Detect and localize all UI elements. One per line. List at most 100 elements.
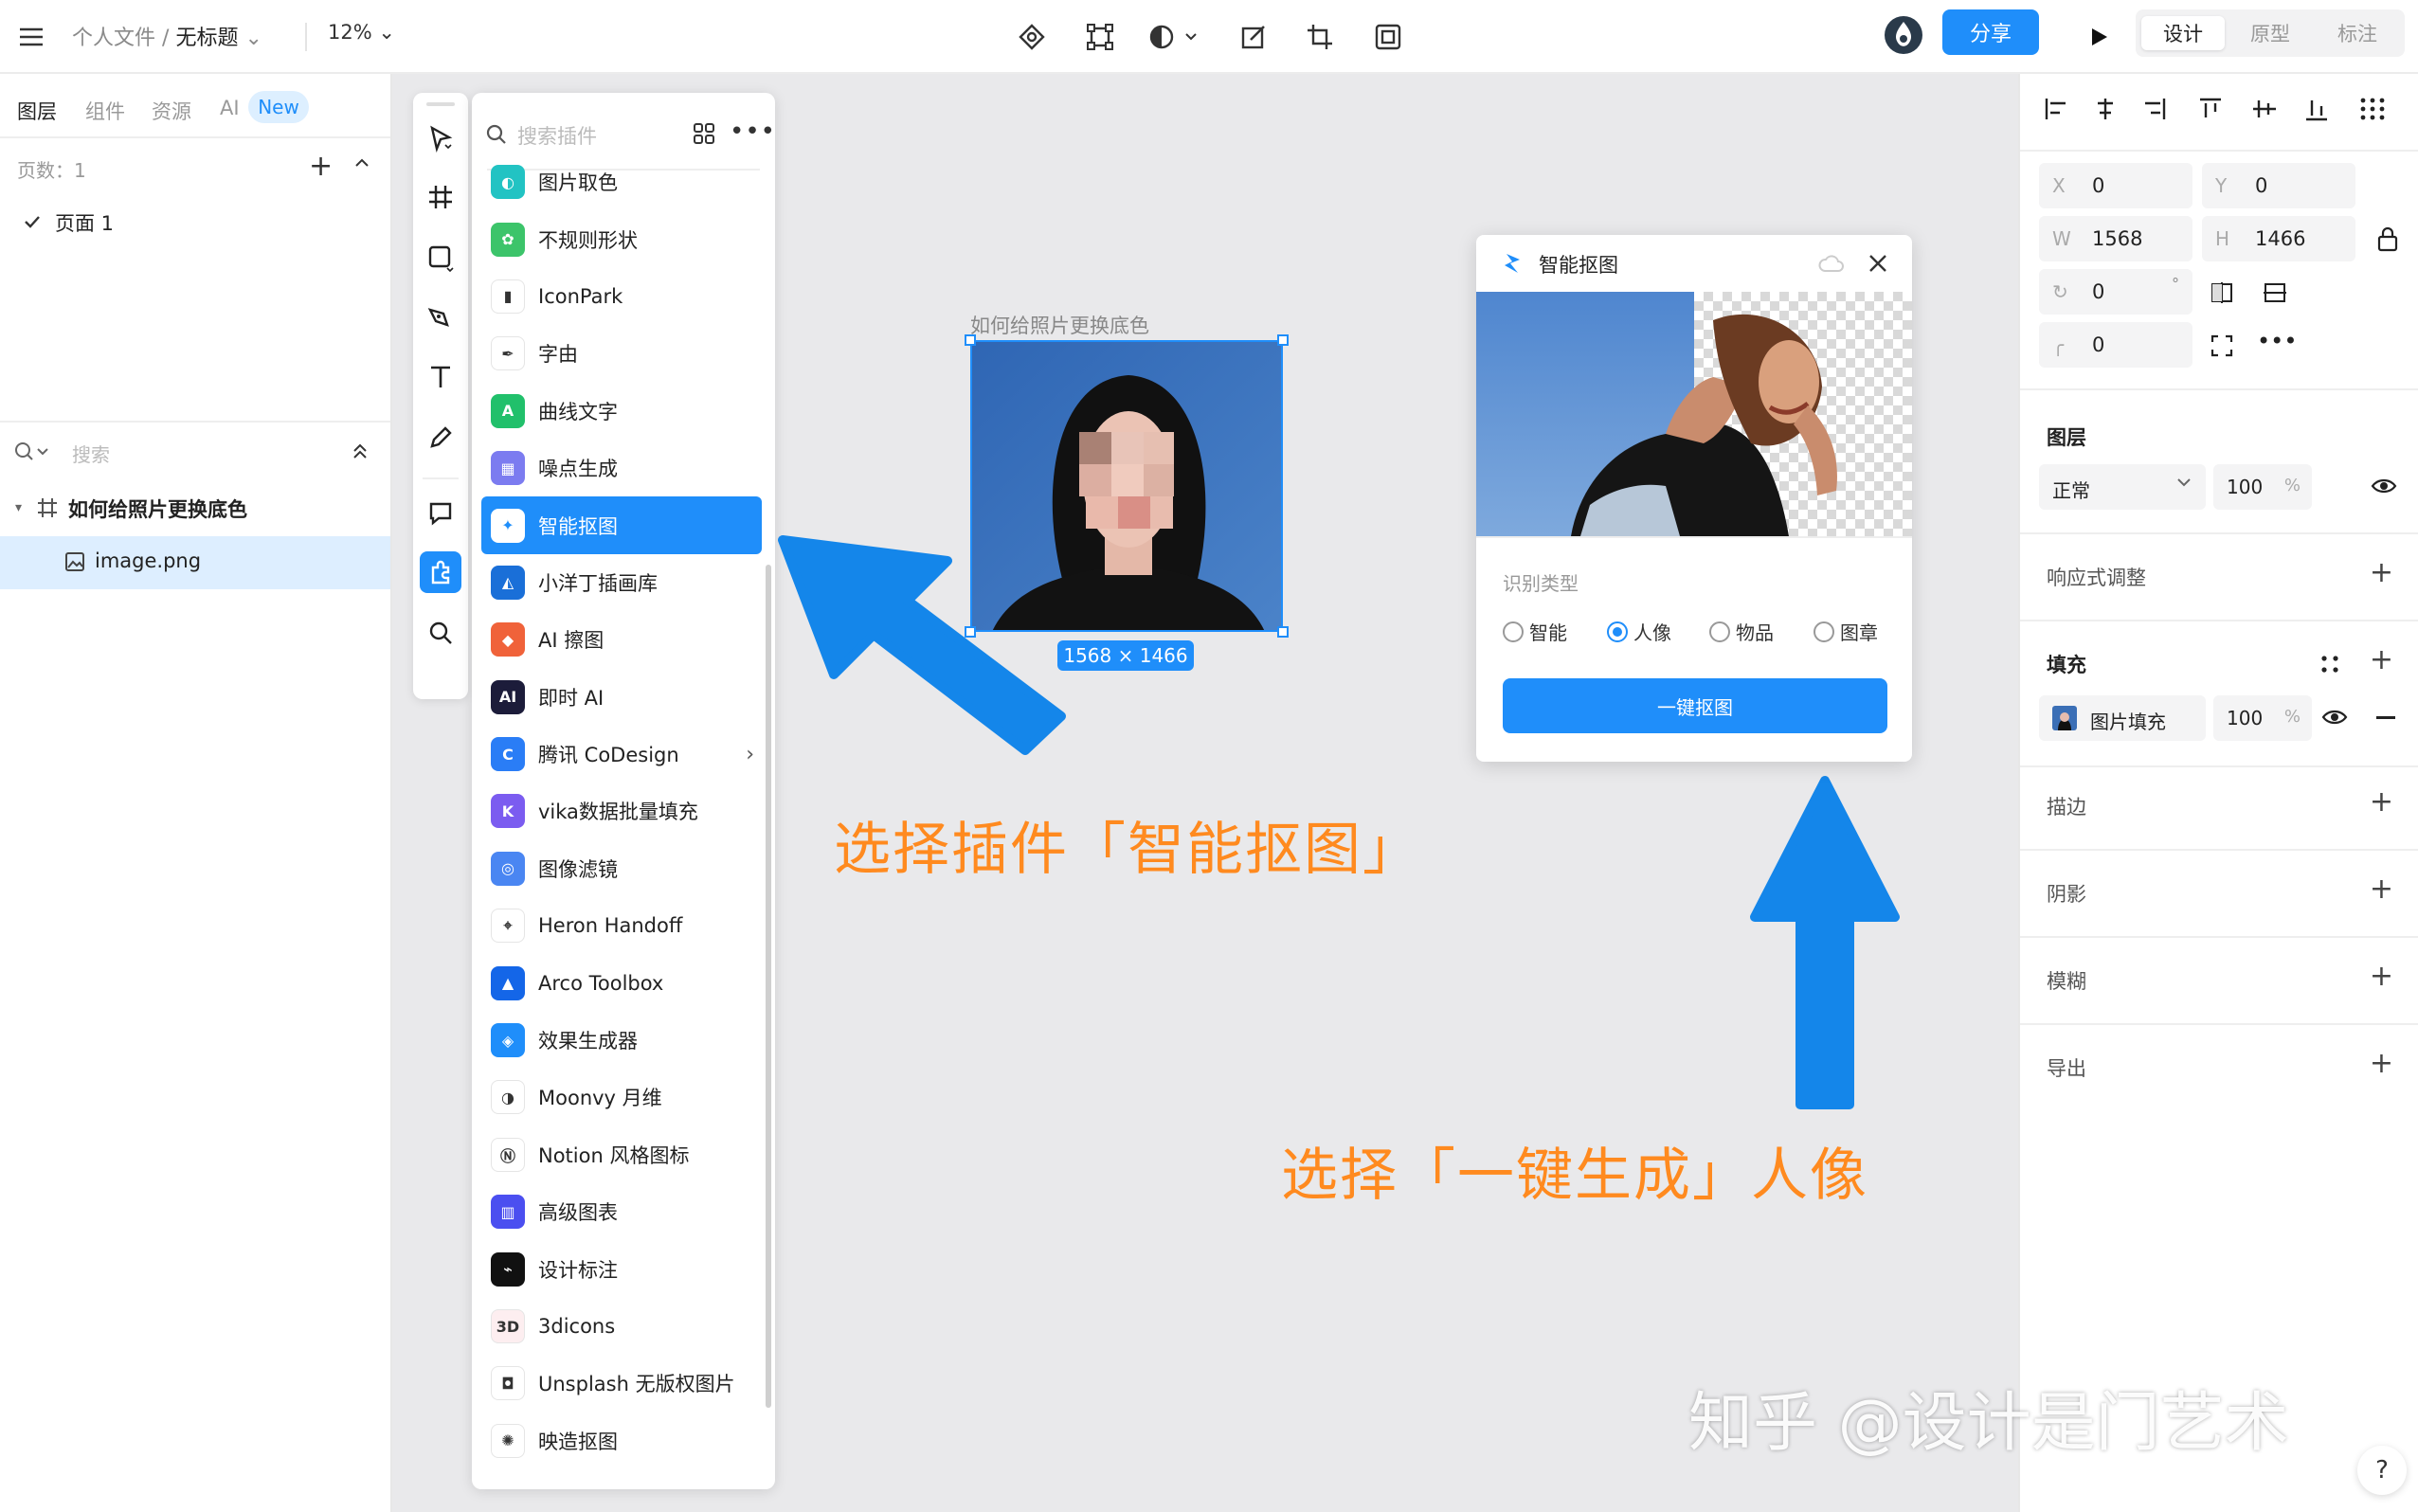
menu-icon[interactable] <box>11 17 51 57</box>
breadcrumb[interactable]: 个人文件 / 无标题 ⌄ <box>72 21 262 51</box>
tab-prototype[interactable]: 原型 <box>2229 16 2312 50</box>
plugin-item[interactable]: Kvika数据批量填充 <box>481 783 762 839</box>
plugin-item[interactable]: ◈ 效果生成器 <box>481 1012 762 1069</box>
plugin-item[interactable]: Ⓝ Notion 风格图标 <box>481 1126 762 1183</box>
tab-assets[interactable]: 资源 <box>152 97 191 125</box>
blend-mode-select[interactable]: 正常 <box>2039 464 2206 510</box>
chevron-down-icon[interactable]: ⌄ <box>244 27 262 50</box>
pen-tool-icon[interactable] <box>420 297 461 339</box>
cloud-icon[interactable] <box>1817 250 1846 279</box>
plugin-item[interactable]: ◎ 图像滤镜 <box>481 840 762 897</box>
add-export-icon[interactable]: + <box>2370 1050 2393 1078</box>
component-icon[interactable] <box>1012 17 1052 57</box>
plugin-item[interactable]: 3D 3dicons <box>481 1298 762 1355</box>
frame-tool-icon[interactable] <box>420 176 461 218</box>
x-value[interactable]: 0 <box>2092 174 2104 197</box>
resize-handle-nw[interactable] <box>965 334 976 346</box>
plugin-item[interactable]: ⌖ Heron Handoff <box>481 897 762 954</box>
add-blur-icon[interactable]: + <box>2370 963 2393 991</box>
grid-view-icon[interactable] <box>692 121 716 146</box>
fill-opacity-value[interactable]: 100 <box>2227 707 2263 729</box>
layer-search-input[interactable]: 搜索 <box>72 440 110 467</box>
frame-transform-icon[interactable] <box>1080 17 1120 57</box>
plugin-item[interactable]: ✒ 字由 <box>481 325 762 382</box>
radio-object[interactable]: 物品 <box>1709 618 1774 645</box>
page-item[interactable]: 页面 1 <box>55 208 114 237</box>
collapse-icon[interactable] <box>352 153 371 172</box>
outline-icon[interactable] <box>1368 17 1408 57</box>
plugin-tool-icon[interactable] <box>420 551 461 593</box>
plugin-item[interactable]: C 腾讯 CoDesign › <box>481 726 762 783</box>
x-field[interactable]: X 0 <box>2039 163 2192 208</box>
tab-layers[interactable]: 图层 <box>17 97 57 125</box>
stroke-section-title[interactable]: 描边 <box>2047 792 2086 820</box>
independent-corners-icon[interactable] <box>2210 333 2234 358</box>
radius-value[interactable]: 0 <box>2092 333 2104 356</box>
eye-icon[interactable] <box>2321 707 2348 728</box>
radio-circle[interactable] <box>1814 621 1834 642</box>
h-value[interactable]: 1466 <box>2255 227 2305 250</box>
plugin-item[interactable]: ◭ 小洋丁插画库 <box>481 554 762 611</box>
plugin-item[interactable]: ◐ 图片取色 <box>481 153 762 210</box>
corner-radius-field[interactable]: ╭ 0 <box>2039 322 2192 368</box>
plugin-item[interactable]: AI 即时 AI <box>481 669 762 726</box>
plugin-search-input[interactable]: 搜索插件 <box>517 121 597 150</box>
plugin-item[interactable]: ◆ AI 擦图 <box>481 611 762 668</box>
breadcrumb-parent[interactable]: 个人文件 <box>72 27 155 50</box>
layer-frame[interactable]: 如何给照片更换底色 <box>68 495 247 523</box>
mask-icon[interactable] <box>1145 17 1205 57</box>
resize-handle-se[interactable] <box>1277 626 1289 638</box>
one-click-cutout-button[interactable]: 一键抠图 <box>1503 678 1887 733</box>
plugin-item[interactable]: ⌁ 设计标注 <box>481 1240 762 1297</box>
more-icon[interactable]: ••• <box>2257 328 2297 354</box>
layer-image[interactable]: image.png <box>95 549 201 572</box>
rectangle-tool-icon[interactable] <box>420 237 461 279</box>
plugin-logo-icon[interactable] <box>1882 13 1925 57</box>
plugin-item[interactable]: ▲ Arco Toolbox <box>481 954 762 1011</box>
radio-circle[interactable] <box>1503 621 1524 642</box>
move-tool-icon[interactable] <box>420 117 461 159</box>
flip-horizontal-icon[interactable] <box>2210 280 2234 305</box>
add-shadow-icon[interactable]: + <box>2370 875 2393 904</box>
plugin-scrollbar[interactable] <box>766 565 771 1408</box>
plugin-item[interactable]: ▮ IconPark <box>481 268 762 325</box>
expand-caret-icon[interactable]: ▾ <box>15 500 22 515</box>
y-value[interactable]: 0 <box>2255 174 2267 197</box>
search-tool-icon[interactable] <box>420 612 461 654</box>
rotation-field[interactable]: ↻ 0 ° <box>2039 269 2192 315</box>
chevron-right-icon[interactable]: › <box>746 743 754 766</box>
width-field[interactable]: W 1568 <box>2039 216 2192 261</box>
comment-tool-icon[interactable] <box>420 493 461 534</box>
text-tool-icon[interactable] <box>420 356 461 398</box>
drag-handle[interactable] <box>426 102 455 106</box>
share-button[interactable]: 分享 <box>1942 9 2039 55</box>
radio-portrait[interactable]: 人像 <box>1607 618 1671 645</box>
responsive-section-title[interactable]: 响应式调整 <box>2047 563 2146 591</box>
fill-type-field[interactable]: 图片填充 <box>2039 695 2206 741</box>
radio-circle[interactable] <box>1709 621 1730 642</box>
pencil-tool-icon[interactable] <box>420 417 461 459</box>
breadcrumb-file[interactable]: 无标题 <box>175 27 238 50</box>
blur-section-title[interactable]: 模糊 <box>2047 966 2086 995</box>
crop-icon[interactable] <box>1300 17 1340 57</box>
collapse-all-icon[interactable] <box>351 441 370 462</box>
radio-stamp[interactable]: 图章 <box>1814 618 1878 645</box>
more-icon[interactable]: ••• <box>730 117 775 146</box>
radio-circle-selected[interactable] <box>1607 621 1628 642</box>
shadow-section-title[interactable]: 阴影 <box>2047 879 2086 908</box>
tab-ai[interactable]: AI <box>220 97 240 119</box>
frame-title[interactable]: 如何给照片更换底色 <box>970 311 1149 339</box>
plugin-item[interactable]: ▦ 噪点生成 <box>481 440 762 496</box>
opacity-value[interactable]: 100 <box>2227 476 2263 498</box>
plugin-item[interactable]: ✺ 映造抠图 <box>481 1413 762 1469</box>
edit-image-icon[interactable] <box>1234 17 1273 57</box>
fill-opacity-field[interactable]: 100 % <box>2213 695 2312 741</box>
add-fill-icon[interactable]: + <box>2370 646 2393 675</box>
add-stroke-icon[interactable]: + <box>2370 788 2393 817</box>
add-responsive-icon[interactable]: + <box>2370 559 2393 587</box>
close-icon[interactable] <box>1867 252 1889 275</box>
eye-icon[interactable] <box>2371 476 2397 496</box>
height-field[interactable]: H 1466 <box>2202 216 2355 261</box>
plugin-item[interactable]: ▥ 高级图表 <box>481 1183 762 1240</box>
fill-styles-icon[interactable] <box>2319 654 2340 675</box>
